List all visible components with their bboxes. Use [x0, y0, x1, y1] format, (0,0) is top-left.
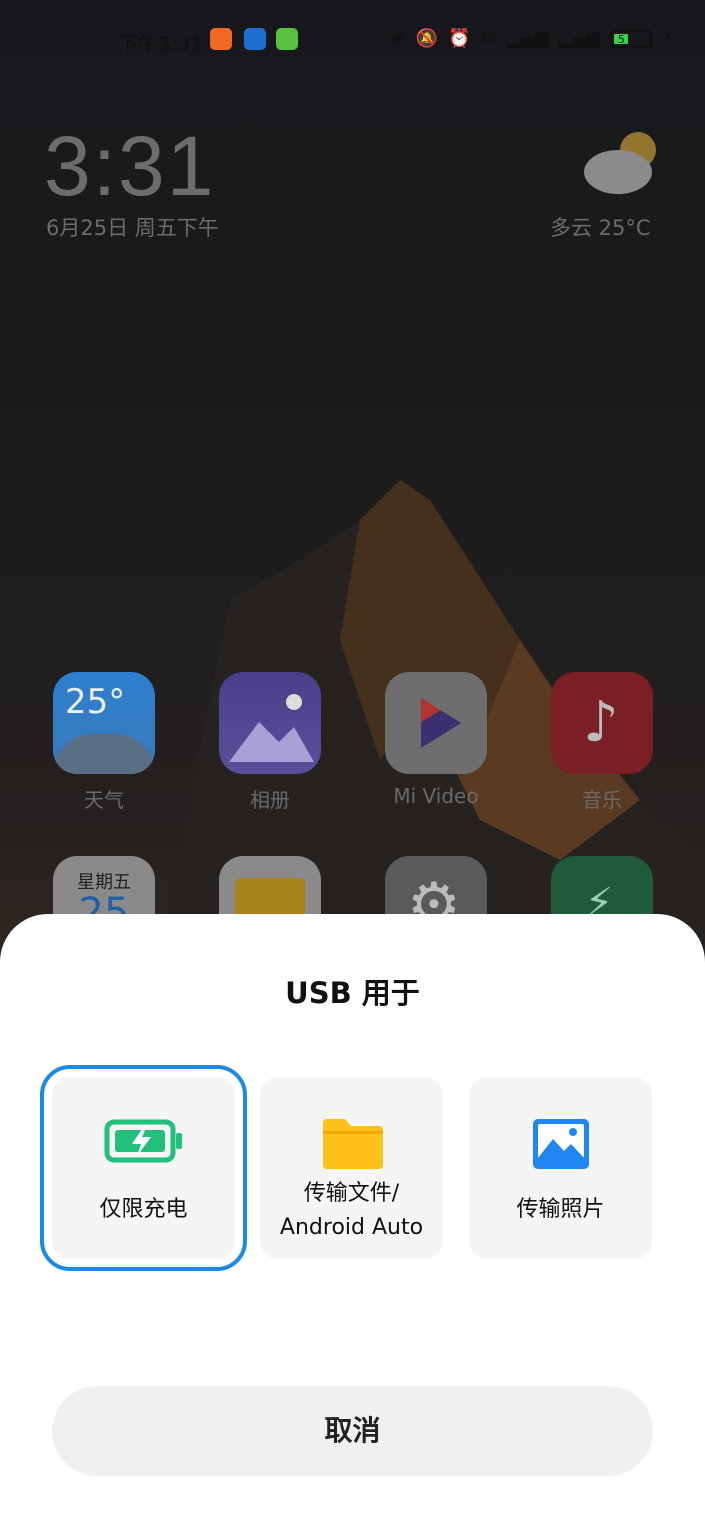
gallery-icon [219, 672, 321, 774]
app-gallery[interactable]: 相册 [218, 672, 322, 813]
network-label: 5G [480, 31, 498, 46]
cancel-button[interactable]: 取消 [52, 1386, 653, 1476]
app-label-music: 音乐 [582, 788, 622, 812]
battery-charging-icon [104, 1119, 182, 1163]
option-label-file-transfer-line1: 传输文件/ [303, 1181, 400, 1206]
lockscreen-clock: 3:31 [44, 119, 216, 213]
android-app-icon [276, 28, 298, 50]
music-icon: ♪ [551, 672, 653, 774]
option-label-charge-only: 仅限充电 [99, 1197, 188, 1222]
mute-icon: 🔕 [415, 28, 438, 49]
signal-icon-2: ▂▄▆ [558, 28, 601, 49]
status-bar: 下午3:31 ✱ 🔕 ⏰ 5G ▂▄▆ ▂▄▆ 5 ⚡ [0, 24, 705, 60]
folder-icon [322, 1119, 383, 1169]
app-weather[interactable]: 25° 天气 [52, 672, 156, 813]
partly-cloudy-icon [584, 132, 656, 194]
option-photo-transfer[interactable]: 传输照片 [469, 1077, 652, 1259]
battery-level: 5 [614, 33, 629, 45]
bluetooth-icon: ✱ [390, 28, 406, 49]
status-icons: ✱ 🔕 ⏰ 5G ▂▄▆ ▂▄▆ 5 ⚡ [390, 28, 675, 49]
mi-app-icon [210, 28, 232, 50]
app-music[interactable]: ♪ 音乐 [550, 672, 654, 813]
app-label-gallery: 相册 [250, 788, 290, 812]
signal-icon: ▂▄▆ [507, 28, 549, 49]
app-label-weather: 天气 [84, 788, 124, 812]
dialog-title: USB 用于 [285, 976, 420, 1010]
video-icon [385, 672, 487, 774]
weather-badge: 25° [65, 682, 126, 722]
battery-icon: 5 [610, 29, 653, 48]
photo-icon [532, 1119, 589, 1169]
option-label-photo-transfer: 传输照片 [516, 1197, 605, 1222]
lockscreen-date: 6月25日 周五下午 [46, 216, 219, 240]
app-mi-video[interactable]: Mi Video [384, 672, 488, 808]
weather-text: 多云 25°C [550, 216, 651, 240]
weather-icon: 25° [53, 672, 155, 774]
option-label-file-transfer-line2: Android Auto [279, 1215, 424, 1240]
usb-mode-dialog: USB 用于 仅限充电 传输文件/ Android Auto 传输照片 取消 [0, 914, 705, 1529]
status-time: 下午3:31 [118, 32, 203, 56]
option-charge-only[interactable]: 仅限充电 [40, 1065, 247, 1271]
charging-icon: ⚡ [662, 28, 675, 49]
alarm-icon: ⏰ [447, 28, 471, 49]
app-label-mi-video: Mi Video [393, 784, 479, 808]
notification-app-icon [244, 28, 266, 50]
option-file-transfer[interactable]: 传输文件/ Android Auto [260, 1077, 443, 1259]
